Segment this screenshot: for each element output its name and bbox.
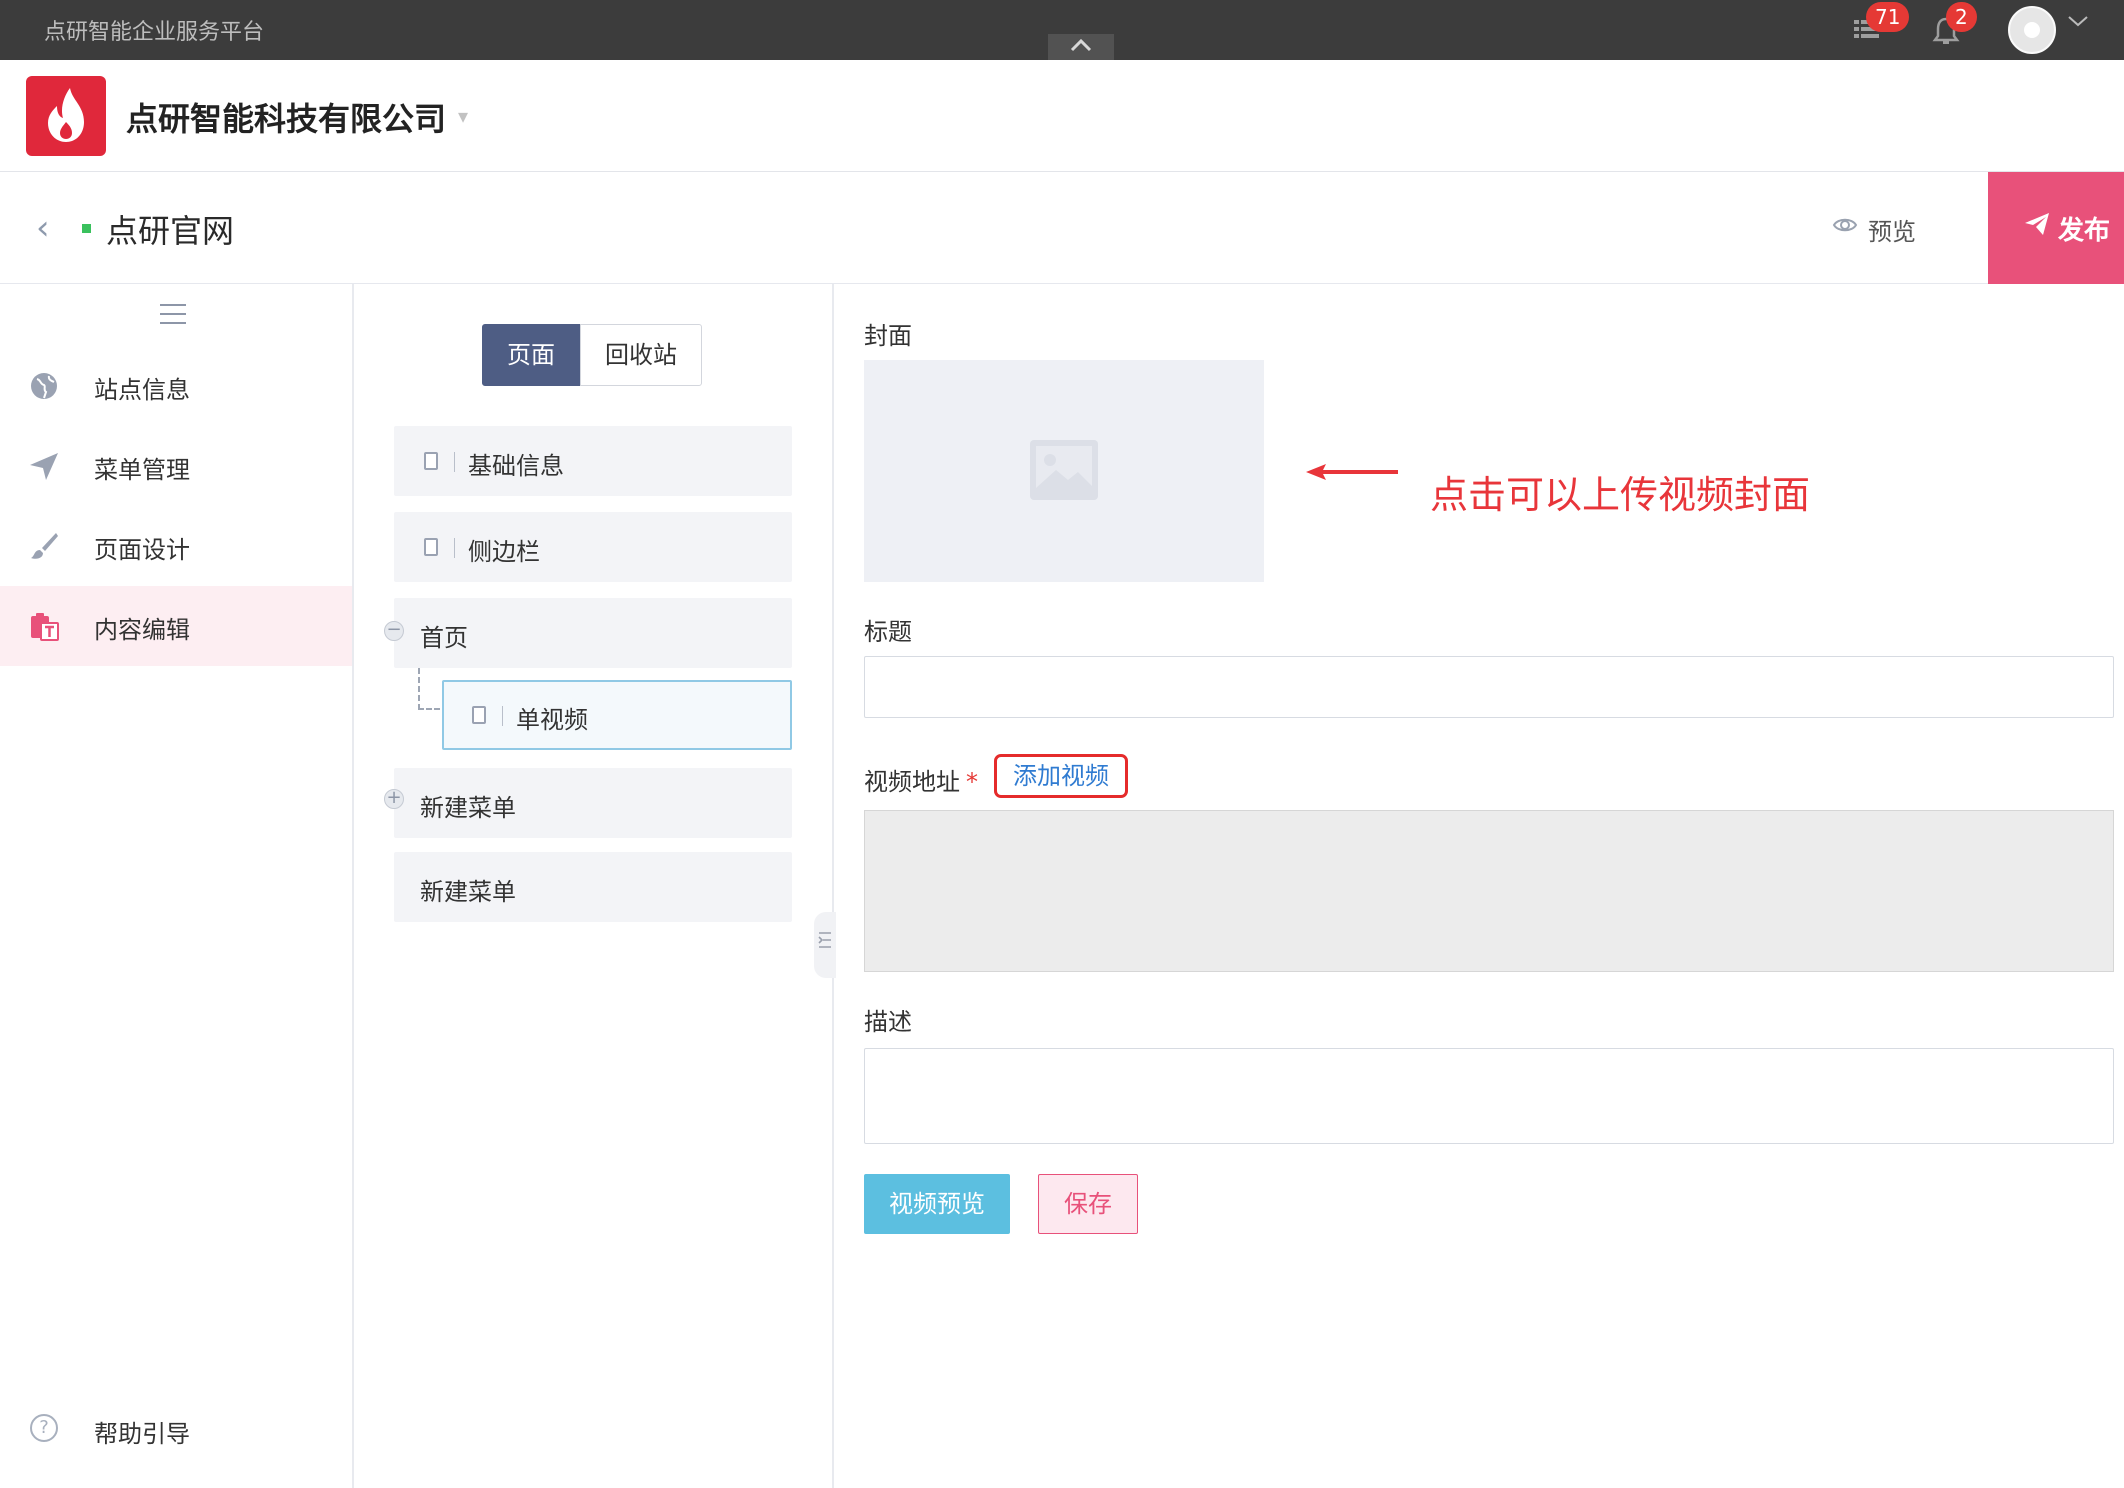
tree-node-single-video[interactable]: 单视频 bbox=[442, 680, 792, 750]
tree-node-basic-info[interactable]: 基础信息 bbox=[394, 426, 792, 496]
save-button[interactable]: 保存 bbox=[1038, 1174, 1138, 1234]
send-icon bbox=[30, 453, 58, 480]
nav-item-label: 站点信息 bbox=[94, 376, 190, 404]
document-icon bbox=[424, 538, 438, 556]
video-url-label-text: 视频地址 bbox=[864, 768, 960, 796]
tree-node-new-menu[interactable]: 新建菜单 bbox=[394, 768, 792, 838]
cover-upload[interactable] bbox=[864, 360, 1264, 582]
tree-node-new-menu[interactable]: 新建菜单 bbox=[394, 852, 792, 922]
chevron-up-icon bbox=[1070, 38, 1092, 52]
page-tree-panel: 页面 回收站 基础信息 侧边栏 首页 − 单视频 新建菜单 + 新建菜单 bbox=[354, 284, 834, 1488]
tree-node-label: 首页 bbox=[420, 624, 468, 652]
menu-toggle-icon[interactable] bbox=[160, 304, 186, 331]
tree-node-label: 侧边栏 bbox=[468, 538, 540, 566]
tree-connector bbox=[418, 668, 440, 710]
divider bbox=[502, 706, 503, 726]
video-preview-button[interactable]: 视频预览 bbox=[864, 1174, 1010, 1234]
nav-item-page-design[interactable]: 页面设计 bbox=[0, 506, 352, 586]
left-nav: 站点信息 菜单管理 页面设计 内容编辑 ? 帮助引导 bbox=[0, 284, 354, 1488]
nav-item-content-edit[interactable]: 内容编辑 bbox=[0, 586, 352, 666]
arrow-left-icon bbox=[1306, 464, 1398, 480]
tree-node-home[interactable]: 首页 bbox=[394, 598, 792, 668]
nav-item-label: 菜单管理 bbox=[94, 456, 190, 484]
collapse-node-toggle[interactable]: − bbox=[384, 621, 404, 641]
required-mark: * bbox=[966, 768, 978, 796]
site-header: ‹ 点研官网 预览 发布 bbox=[0, 172, 2124, 284]
globe-icon bbox=[31, 373, 57, 399]
brush-icon bbox=[31, 533, 58, 559]
tasks-badge: 71 bbox=[1866, 2, 1910, 32]
video-url-area bbox=[864, 810, 2114, 972]
collapse-panel-icon bbox=[818, 932, 831, 948]
content-edit-icon bbox=[31, 613, 59, 641]
divider bbox=[454, 538, 455, 558]
company-name[interactable]: 点研智能科技有限公司 bbox=[126, 94, 446, 140]
tree-node-label: 新建菜单 bbox=[420, 878, 516, 906]
description-input[interactable] bbox=[864, 1048, 2114, 1144]
notifications-badge: 2 bbox=[1946, 2, 1977, 32]
tab-recycle-bin[interactable]: 回收站 bbox=[580, 324, 702, 386]
document-icon bbox=[472, 706, 486, 724]
content-editor: 封面 点击可以上传视频封面 标题 视频地址 * 添加视频 描述 视频预览 保存 bbox=[836, 284, 2124, 1488]
title-input[interactable] bbox=[864, 656, 2114, 718]
expand-node-toggle[interactable]: + bbox=[384, 789, 404, 809]
tree-node-label: 基础信息 bbox=[468, 452, 564, 480]
tree-node-label: 单视频 bbox=[516, 706, 588, 734]
platform-title: 点研智能企业服务平台 bbox=[44, 20, 265, 45]
nav-item-label: 内容编辑 bbox=[94, 616, 190, 644]
preview-label: 预览 bbox=[1868, 218, 1916, 246]
flame-icon bbox=[48, 88, 84, 142]
nav-item-menu-management[interactable]: 菜单管理 bbox=[0, 426, 352, 506]
eye-icon bbox=[1832, 218, 1858, 232]
avatar[interactable] bbox=[2008, 6, 2056, 54]
help-label: 帮助引导 bbox=[94, 1420, 190, 1448]
back-button[interactable]: ‹ bbox=[36, 208, 50, 248]
collapse-header-button[interactable] bbox=[1048, 34, 1114, 60]
nav-item-site-info[interactable]: 站点信息 bbox=[0, 346, 352, 426]
help-guide[interactable]: ? 帮助引导 bbox=[0, 1400, 352, 1460]
site-status-dot bbox=[82, 224, 91, 233]
chevron-down-icon[interactable] bbox=[2066, 12, 2090, 30]
preview-button[interactable]: 预览 bbox=[1832, 212, 1916, 247]
site-title: 点研官网 bbox=[106, 212, 235, 250]
paper-plane-icon bbox=[2025, 213, 2049, 235]
cover-label: 封面 bbox=[864, 322, 912, 350]
company-switch-caret[interactable]: ▾ bbox=[458, 104, 468, 128]
video-url-label: 视频地址 * bbox=[864, 762, 978, 797]
document-icon bbox=[424, 452, 438, 470]
add-video-button[interactable]: 添加视频 bbox=[994, 754, 1128, 798]
question-icon: ? bbox=[30, 1414, 58, 1442]
divider bbox=[454, 452, 455, 472]
panel-resize-handle[interactable] bbox=[814, 912, 836, 978]
description-label: 描述 bbox=[864, 1008, 912, 1036]
publish-button[interactable]: 发布 bbox=[1988, 172, 2124, 284]
nav-item-label: 页面设计 bbox=[94, 536, 190, 564]
title-label: 标题 bbox=[864, 618, 912, 646]
top-bar: 点研智能企业服务平台 71 2 bbox=[0, 0, 2124, 60]
tab-pages[interactable]: 页面 bbox=[482, 324, 580, 386]
logo bbox=[26, 76, 106, 156]
image-placeholder-icon bbox=[1030, 440, 1098, 500]
publish-label: 发布 bbox=[2058, 216, 2111, 246]
tree-node-sidebar[interactable]: 侧边栏 bbox=[394, 512, 792, 582]
annotation-note: 点击可以上传视频封面 bbox=[1430, 473, 1811, 517]
tree-node-label: 新建菜单 bbox=[420, 794, 516, 822]
company-header: 点研智能科技有限公司 ▾ bbox=[0, 60, 2124, 172]
